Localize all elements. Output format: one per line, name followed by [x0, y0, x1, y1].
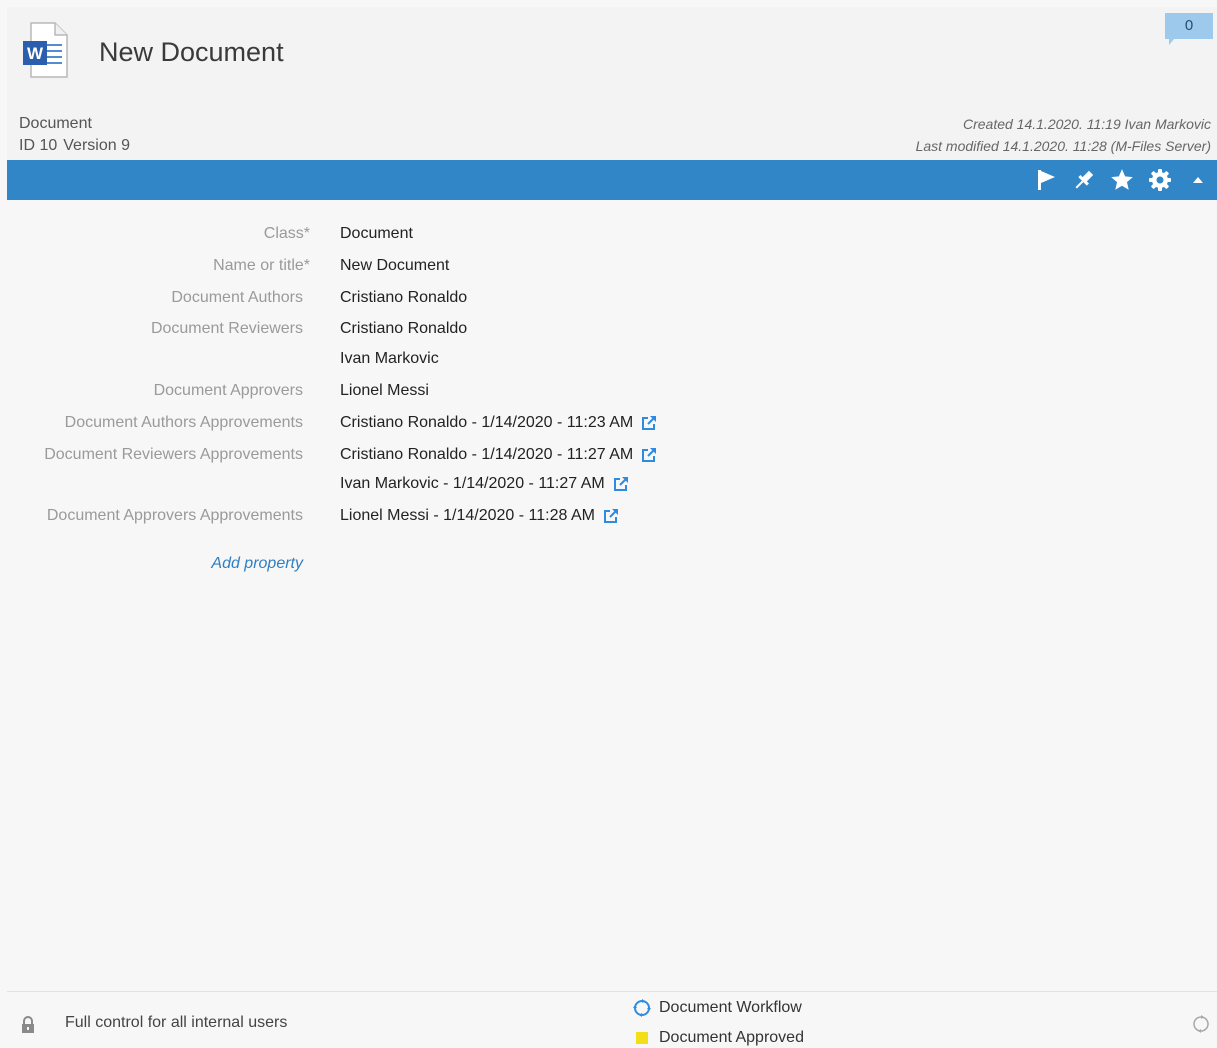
document-title[interactable]: New Document — [99, 37, 284, 68]
pin-icon[interactable] — [1065, 160, 1103, 200]
workflow-name: Document Workflow — [659, 999, 802, 1016]
value-text: Cristiano Ronaldo — [340, 320, 468, 337]
workflow-state-field[interactable]: Document Approved — [633, 1029, 804, 1047]
collapse-icon[interactable] — [1179, 160, 1217, 200]
metadata-toolbar — [7, 160, 1217, 200]
property-value[interactable]: Cristiano Ronaldo - 1/14/2020 - 11:27 AM — [340, 446, 657, 464]
object-id: ID 10 — [19, 137, 58, 154]
property-value[interactable]: Cristiano Ronaldo - 1/14/2020 - 11:23 AM — [340, 414, 657, 432]
gear-icon[interactable] — [1141, 160, 1179, 200]
refresh-icon[interactable] — [1191, 1014, 1211, 1039]
metadata-card-header: W New Document 0 Document ID 10 Version 9… — [7, 7, 1217, 160]
open-link-icon[interactable] — [603, 508, 619, 524]
property-label: Document Approvers — [153, 382, 303, 399]
property-value[interactable]: Document — [340, 225, 413, 243]
value-text: Lionel Messi - 1/14/2020 - 11:28 AM — [340, 507, 595, 524]
value-text: Cristiano Ronaldo — [340, 289, 468, 306]
property-label: Document Reviewers — [150, 320, 303, 337]
object-version: Version 9 — [63, 137, 130, 154]
state-square-icon — [633, 1029, 651, 1047]
property-value[interactable]: Lionel Messi — [340, 382, 429, 400]
value-text: Ivan Markovic — [340, 350, 439, 367]
metadata-footer: Full control for all internal users Docu… — [7, 991, 1217, 1048]
star-icon[interactable] — [1103, 160, 1141, 200]
property-label: Class* — [263, 225, 310, 242]
property-row-reviewers-approvements[interactable]: Document Reviewers Approvements Cristian… — [7, 442, 1217, 470]
property-value[interactable]: Cristiano Ronaldo — [340, 320, 467, 338]
metadata-card: W New Document 0 Document ID 10 Version 9… — [7, 7, 1217, 1048]
property-row-reviewers-approvements-2[interactable]: Ivan Markovic - 1/14/2020 - 11:27 AM — [7, 471, 1217, 499]
property-value[interactable]: Ivan Markovic — [340, 350, 439, 368]
workflow-icon — [633, 999, 651, 1017]
open-link-icon[interactable] — [641, 447, 657, 463]
value-text: Cristiano Ronaldo - 1/14/2020 - 11:27 AM — [340, 446, 634, 463]
object-type-label: Document — [19, 115, 92, 132]
property-row-document-reviewers-2[interactable]: Ivan Markovic — [7, 346, 1217, 374]
svg-text:W: W — [27, 44, 44, 63]
workflow-state-name: Document Approved — [659, 1029, 804, 1046]
property-row-approvers-approvements[interactable]: Document Approvers Approvements Lionel M… — [7, 503, 1217, 531]
property-value[interactable]: Cristiano Ronaldo — [340, 289, 467, 307]
property-row-document-reviewers[interactable]: Document Reviewers Cristiano Ronaldo — [7, 316, 1217, 344]
lock-icon[interactable] — [21, 1016, 35, 1039]
property-label: Document Reviewers Approvements — [44, 446, 303, 463]
open-link-icon[interactable] — [613, 476, 629, 492]
last-modified-info: Last modified 14.1.2020. 11:28 (M-Files … — [915, 138, 1211, 154]
property-row-class[interactable]: Class* Document — [7, 221, 1217, 249]
permissions-text[interactable]: Full control for all internal users — [65, 1014, 287, 1032]
workflow-field[interactable]: Document Workflow — [633, 999, 802, 1017]
flag-icon[interactable] — [1027, 160, 1065, 200]
property-row-authors-approvements[interactable]: Document Authors Approvements Cristiano … — [7, 410, 1217, 438]
property-label: Name or title* — [213, 257, 310, 274]
open-link-icon[interactable] — [641, 415, 657, 431]
comments-badge[interactable]: 0 — [1165, 13, 1213, 45]
object-id-version: ID 10 Version 9 — [19, 137, 136, 155]
created-info: Created 14.1.2020. 11:19 Ivan Markovic — [962, 116, 1211, 132]
value-text: Cristiano Ronaldo - 1/14/2020 - 11:23 AM — [340, 414, 634, 431]
property-label: Document Authors Approvements — [64, 414, 303, 431]
value-text: Lionel Messi — [340, 382, 429, 399]
comment-count: 0 — [1184, 17, 1194, 34]
value-text: New Document — [340, 257, 450, 274]
property-value[interactable]: New Document — [340, 257, 449, 275]
property-row-document-approvers[interactable]: Document Approvers Lionel Messi — [7, 378, 1217, 406]
property-value[interactable]: Ivan Markovic - 1/14/2020 - 11:27 AM — [340, 475, 629, 493]
property-label: Document Authors — [171, 289, 303, 306]
add-property-link[interactable]: Add property — [211, 555, 303, 573]
property-value[interactable]: Lionel Messi - 1/14/2020 - 11:28 AM — [340, 507, 619, 525]
word-document-icon: W — [21, 21, 69, 79]
property-row-name-or-title[interactable]: Name or title* New Document — [7, 253, 1217, 281]
value-text: Ivan Markovic - 1/14/2020 - 11:27 AM — [340, 475, 605, 492]
value-text: Document — [340, 225, 413, 242]
property-row-document-authors[interactable]: Document Authors Cristiano Ronaldo — [7, 285, 1217, 313]
property-label: Document Approvers Approvements — [46, 507, 303, 524]
